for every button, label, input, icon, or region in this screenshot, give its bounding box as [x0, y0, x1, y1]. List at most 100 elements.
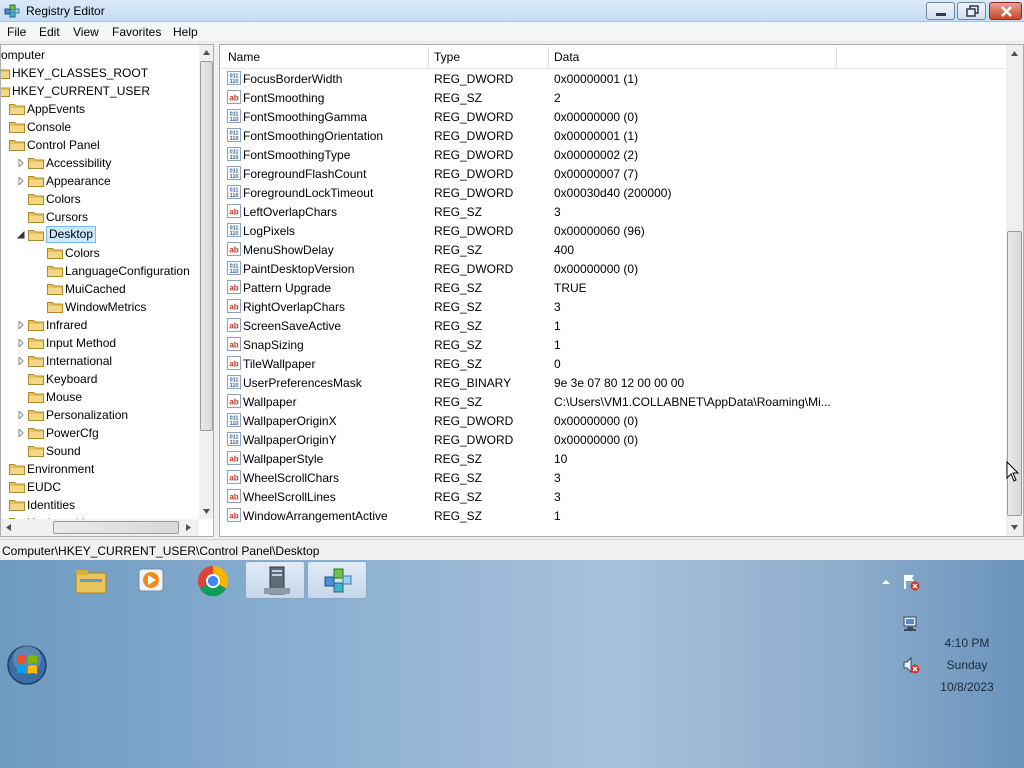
clock-day[interactable]: Sunday [924, 658, 1010, 672]
values-list-pane[interactable]: Name Type Data 011 110 FocusBorderWidth REG… [219, 44, 1024, 537]
tree-horizontal-scrollbar[interactable] [1, 519, 199, 536]
value-row[interactable]: ab RightOverlapChars REG_SZ 3 [220, 297, 1006, 316]
value-row[interactable]: ab WheelScrollLines REG_SZ 3 [220, 487, 1006, 506]
tree-horizontal-scroll-thumb[interactable] [53, 521, 179, 534]
value-row[interactable]: ab WindowArrangementActive REG_SZ 1 [220, 506, 1006, 525]
tree-node[interactable]: Input Method [1, 334, 199, 352]
tree-scroll-thumb[interactable] [200, 61, 213, 431]
clock-date[interactable]: 10/8/2023 [924, 680, 1010, 694]
value-row[interactable]: 011 110 WallpaperOriginX REG_DWORD 0x0000000… [220, 411, 1006, 430]
restore-button[interactable] [957, 2, 986, 20]
taskbar-file-explorer[interactable] [60, 561, 120, 599]
tree-vertical-scrollbar[interactable] [199, 45, 214, 521]
value-row[interactable]: ab WallpaperStyle REG_SZ 10 [220, 449, 1006, 468]
action-center-warning-icon[interactable] [902, 573, 920, 591]
tree-node-label: Keyboard [46, 372, 98, 386]
tree-node[interactable]: Sound [1, 442, 199, 460]
network-icon[interactable] [902, 615, 920, 633]
tree-node[interactable]: WindowMetrics [1, 298, 199, 316]
tree-node[interactable]: PowerCfg [1, 424, 199, 442]
value-row[interactable]: 011 110 UserPreferencesMask REG_BINARY 9e 3e… [220, 373, 1006, 392]
taskbar-server-manager[interactable] [245, 561, 305, 599]
scroll-up-arrow-icon[interactable] [199, 45, 214, 62]
value-row[interactable]: ab Pattern Upgrade REG_SZ TRUE [220, 278, 1006, 297]
menu-favorites[interactable]: Favorites [112, 25, 161, 39]
value-row[interactable]: ab TileWallpaper REG_SZ 0 [220, 354, 1006, 373]
start-button[interactable] [6, 644, 48, 686]
title-bar[interactable]: Registry Editor [0, 0, 1024, 22]
tree-node[interactable]: Cursors [1, 208, 199, 226]
scroll-up-arrow-icon[interactable] [1006, 45, 1023, 62]
tree-node[interactable]: Accessibility [1, 154, 199, 172]
value-row[interactable]: 011 110 PaintDesktopVersion REG_DWORD 0x0000… [220, 259, 1006, 278]
column-header-type[interactable]: Type [434, 50, 460, 64]
value-row[interactable]: 011 110 LogPixels REG_DWORD 0x00000060 (96) [220, 221, 1006, 240]
expand-arrow-icon[interactable] [17, 159, 25, 167]
expand-arrow-icon[interactable] [17, 429, 25, 437]
value-row[interactable]: ab ScreenSaveActive REG_SZ 1 [220, 316, 1006, 335]
value-row[interactable]: ab SnapSizing REG_SZ 1 [220, 335, 1006, 354]
tree-node[interactable]: Console [1, 118, 199, 136]
expand-arrow-icon[interactable] [17, 411, 25, 419]
tree-node[interactable]: MuiCached [1, 280, 199, 298]
show-hidden-icons-icon[interactable] [881, 577, 891, 587]
expand-arrow-icon[interactable] [17, 339, 25, 347]
value-row[interactable]: 011 110 FontSmoothingGamma REG_DWORD 0x00000… [220, 107, 1006, 126]
tree-node[interactable]: Personalization [1, 406, 199, 424]
menu-view[interactable]: View [73, 25, 99, 39]
value-row[interactable]: ab WheelScrollChars REG_SZ 3 [220, 468, 1006, 487]
column-header-name[interactable]: Name [228, 50, 260, 64]
tree-node[interactable]: HKEY_CURRENT_USER [1, 82, 199, 100]
tree-node[interactable]: HKEY_CLASSES_ROOT [1, 64, 199, 82]
taskbar-media-player[interactable] [121, 561, 181, 599]
value-row[interactable]: 011 110 FocusBorderWidth REG_DWORD 0x0000000… [220, 69, 1006, 88]
scroll-right-arrow-icon[interactable] [181, 520, 198, 537]
value-row[interactable]: 011 110 ForegroundLockTimeout REG_DWORD 0x00… [220, 183, 1006, 202]
tree-node[interactable]: Mouse [1, 388, 199, 406]
taskbar-chrome[interactable] [182, 561, 242, 599]
value-row[interactable]: ab FontSmoothing REG_SZ 2 [220, 88, 1006, 107]
tree-node[interactable]: Control Panel [1, 136, 199, 154]
tree-node[interactable]: EUDC [1, 478, 199, 496]
tree-node[interactable]: Infrared [1, 316, 199, 334]
tree-node[interactable]: LanguageConfiguration [1, 262, 199, 280]
tree-node[interactable]: omputer [1, 46, 199, 64]
column-header-data[interactable]: Data [554, 50, 579, 64]
scroll-down-arrow-icon[interactable] [1006, 519, 1023, 536]
value-row[interactable]: 011 110 WallpaperOriginY REG_DWORD 0x0000000… [220, 430, 1006, 449]
tree-node[interactable]: International [1, 352, 199, 370]
taskbar-registry-editor[interactable] [307, 561, 367, 599]
close-button[interactable] [989, 2, 1022, 20]
menu-file[interactable]: File [7, 25, 26, 39]
column-divider[interactable] [428, 47, 429, 67]
column-divider[interactable] [548, 47, 549, 67]
expand-arrow-icon[interactable] [17, 321, 25, 329]
scroll-down-arrow-icon[interactable] [199, 504, 214, 521]
value-row[interactable]: ab MenuShowDelay REG_SZ 400 [220, 240, 1006, 259]
tree-node[interactable]: Identities [1, 496, 199, 514]
volume-muted-icon[interactable] [902, 656, 920, 674]
tree-node[interactable]: Appearance [1, 172, 199, 190]
collapse-arrow-icon[interactable] [17, 231, 25, 239]
value-row[interactable]: 011 110 FontSmoothingType REG_DWORD 0x000000… [220, 145, 1006, 164]
menu-edit[interactable]: Edit [39, 25, 60, 39]
clock-time[interactable]: 4:10 PM [924, 636, 1010, 650]
column-divider[interactable] [836, 47, 837, 67]
value-row[interactable]: 011 110 FontSmoothingOrientation REG_DWORD 0… [220, 126, 1006, 145]
tree-node[interactable]: Environment [1, 460, 199, 478]
menu-help[interactable]: Help [173, 25, 198, 39]
value-row[interactable]: 011 110 ForegroundFlashCount REG_DWORD 0x000… [220, 164, 1006, 183]
scroll-left-arrow-icon[interactable] [1, 520, 18, 537]
tree-node[interactable]: AppEvents [1, 100, 199, 118]
value-row[interactable]: ab Wallpaper REG_SZ C:\Users\VM1.COLLABNET\… [220, 392, 1006, 411]
tree-node[interactable]: Colors [1, 244, 199, 262]
expand-arrow-icon[interactable] [17, 357, 25, 365]
tree-node[interactable]: Keyboard [1, 370, 199, 388]
value-type: REG_SZ [434, 509, 483, 523]
tree-node[interactable]: Colors [1, 190, 199, 208]
expand-arrow-icon[interactable] [17, 177, 25, 185]
key-tree-pane[interactable]: omputer HKEY_CLASSES_ROOT HKEY_CURRENT_USE… [0, 44, 214, 537]
value-row[interactable]: ab LeftOverlapChars REG_SZ 3 [220, 202, 1006, 221]
tree-node[interactable]: Desktop [1, 226, 199, 244]
minimize-button[interactable] [926, 2, 955, 20]
